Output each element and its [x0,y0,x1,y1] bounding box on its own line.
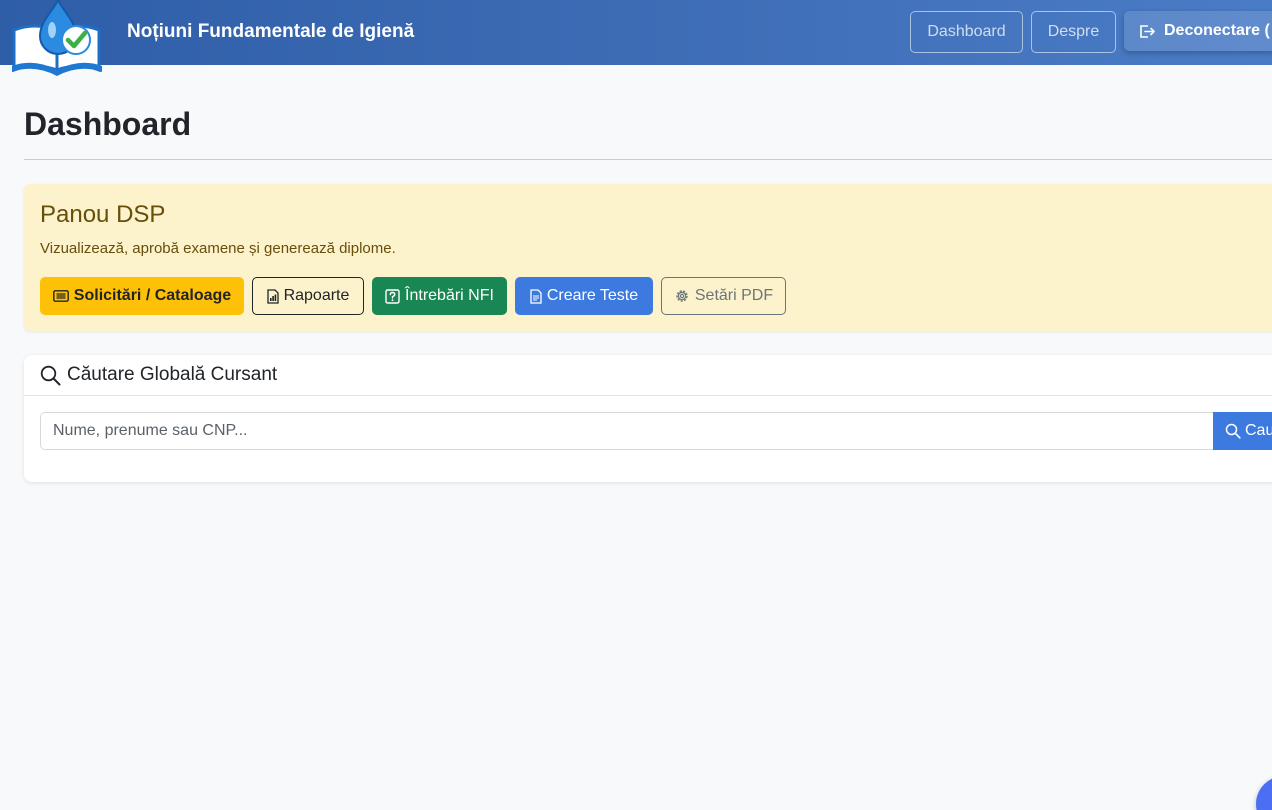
dsp-panel-title: Panou DSP [40,201,166,228]
dsp-panel: Panou DSP Vizualizează, aprobă examene ș… [24,184,1272,331]
dsp-panel-description: Vizualizează, aprobă examene și genereaz… [40,240,396,257]
list-icon [52,290,69,302]
rapoarte-label: Rapoarte [283,287,350,304]
nav-despre-button[interactable]: Despre [1031,11,1116,53]
page-title: Dashboard [24,106,192,142]
solicitari-cataloage-button[interactable]: Solicitări / Cataloage [40,277,244,315]
top-navbar: Noțiuni Fundamentale de Igienă Dashboard… [0,0,1272,76]
creare-label: Creare Teste [546,287,639,304]
search-button-label: Caută [1245,422,1272,439]
file-text-icon [530,288,542,304]
intrebari-label: Întrebări NFI [405,287,494,304]
search-button[interactable]: Caută [1213,412,1272,450]
search-card-title: Căutare Globală Cursant [67,364,278,385]
question-square-icon [385,288,400,304]
search-icon [1225,423,1241,439]
logout-button[interactable]: Deconectare ( [1124,11,1272,51]
intrebari-nfi-button[interactable]: Întrebări NFI [372,277,507,315]
gear-icon [676,290,688,302]
setari-label: Setări PDF [694,287,774,304]
search-input[interactable] [40,412,1214,450]
global-search-card: Căutare Globală Cursant Caută [24,355,1272,482]
solicitari-label: Solicitări / Cataloage [73,287,232,304]
setari-pdf-button[interactable]: Setări PDF [661,277,786,315]
search-card-header: Căutare Globală Cursant [24,355,1272,396]
title-divider [24,159,1272,160]
rapoarte-button[interactable]: Rapoarte [252,277,364,315]
nav-dashboard-button[interactable]: Dashboard [910,11,1023,53]
floating-action-button[interactable] [1256,776,1272,810]
box-arrow-right-icon [1140,24,1155,38]
app-logo-icon[interactable] [10,0,106,76]
bar-chart-file-icon [266,288,279,304]
brand-title[interactable]: Noțiuni Fundamentale de Igienă [127,21,414,43]
search-icon [40,365,61,385]
logout-label: Deconectare ( [1164,22,1270,39]
creare-teste-button[interactable]: Creare Teste [515,277,653,315]
